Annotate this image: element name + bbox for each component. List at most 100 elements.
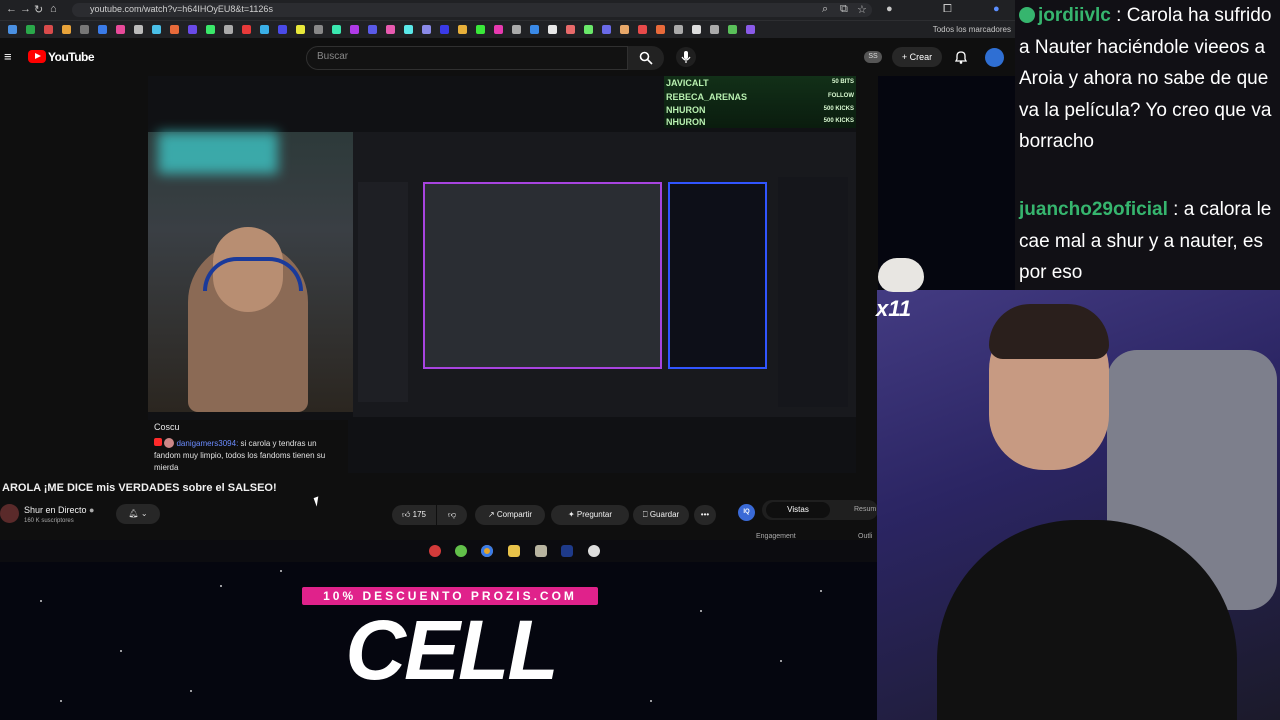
bookmark-icon[interactable] xyxy=(44,25,53,34)
bookmark-icon[interactable] xyxy=(692,25,701,34)
bookmark-icon[interactable] xyxy=(476,25,485,34)
bookmark-icon[interactable] xyxy=(206,25,215,34)
bookmark-icon[interactable] xyxy=(80,25,89,34)
bookmark-icon[interactable] xyxy=(278,25,287,34)
tab-resumen[interactable]: Resum xyxy=(854,502,876,518)
bookmark-icon[interactable] xyxy=(566,25,575,34)
extension-icon[interactable]: ● xyxy=(886,3,893,15)
menu-icon[interactable]: ≡ xyxy=(4,49,12,64)
bookmark-icon[interactable] xyxy=(440,25,449,34)
bookmark-icon[interactable] xyxy=(134,25,143,34)
more-actions-button[interactable]: ••• xyxy=(694,505,716,525)
youtube-logo-text[interactable]: YouTube xyxy=(48,50,95,64)
forward-icon[interactable]: → xyxy=(20,3,31,15)
bookmark-icon[interactable] xyxy=(170,25,179,34)
bookmark-icon[interactable] xyxy=(620,25,629,34)
extension-chip[interactable]: SS xyxy=(864,51,882,63)
share-page-icon[interactable]: ⧉ xyxy=(840,3,848,16)
zoom-icon[interactable]: ⌕ xyxy=(822,3,828,16)
tab-vistas[interactable]: Vistas xyxy=(766,502,830,518)
thumbs-up-icon: 👍︎ xyxy=(402,510,411,519)
outline-label[interactable]: Outli xyxy=(858,533,872,540)
bookmark-icon[interactable] xyxy=(116,25,125,34)
bookmark-icon[interactable] xyxy=(638,25,647,34)
photoshop-icon[interactable] xyxy=(561,545,573,557)
bookmark-icon[interactable] xyxy=(296,25,305,34)
embedded-side-chat xyxy=(778,177,848,407)
bookmark-icon[interactable] xyxy=(26,25,35,34)
ask-button[interactable]: ✦ Preguntar xyxy=(551,505,629,525)
bookmark-icon[interactable] xyxy=(224,25,233,34)
bookmark-icon[interactable] xyxy=(62,25,71,34)
search-button[interactable] xyxy=(628,46,664,70)
bookmark-icon[interactable] xyxy=(368,25,377,34)
youtube-logo-icon[interactable] xyxy=(28,50,46,63)
bookmark-icon[interactable] xyxy=(656,25,665,34)
guest-channel-name: Coscu xyxy=(154,422,180,432)
create-button[interactable]: + Crear xyxy=(892,47,942,67)
star-bookmark-icon[interactable]: ☆ xyxy=(857,3,867,16)
bookmark-icon[interactable] xyxy=(350,25,359,34)
embedded-chat xyxy=(668,182,767,369)
bookmark-icon[interactable] xyxy=(494,25,503,34)
folder-icon[interactable] xyxy=(508,545,520,557)
video-player[interactable]: JAVICALT 50 BITS REBECA_ARENAS FOLLOW NH… xyxy=(148,76,856,473)
bookmark-icon[interactable] xyxy=(260,25,269,34)
iq-extension-icon[interactable]: IQ xyxy=(738,504,755,521)
app-icon[interactable] xyxy=(429,545,441,557)
channel-name[interactable]: Shur en Directo ● xyxy=(24,505,94,515)
bookmark-icon[interactable] xyxy=(98,25,107,34)
address-bar[interactable]: youtube.com/watch?v=h64IHOyEU8&t=1126s xyxy=(72,3,872,17)
back-icon[interactable]: ← xyxy=(6,3,17,15)
alert-name: NHURON xyxy=(666,105,706,115)
share-button[interactable]: ↗ Compartir xyxy=(475,505,545,525)
all-bookmarks-folder[interactable]: Todos los marcadores xyxy=(933,25,1011,34)
reload-icon[interactable]: ↻ xyxy=(34,3,43,16)
bookmark-icon[interactable] xyxy=(458,25,467,34)
bookmark-icon[interactable] xyxy=(152,25,161,34)
extensions-puzzle-icon[interactable]: ⧠ xyxy=(943,3,952,16)
bookmark-icon[interactable] xyxy=(746,25,755,34)
bookmark-icon[interactable] xyxy=(674,25,683,34)
alert-name: JAVICALT xyxy=(666,78,709,88)
bell-icon: 🔔︎ xyxy=(128,509,139,518)
chat-text: : Carola ha sufrido a Nauter haciéndole … xyxy=(1019,5,1272,152)
chat-username: danigamers3094: xyxy=(176,439,239,448)
search-input[interactable] xyxy=(317,51,617,62)
bookmark-icon[interactable] xyxy=(242,25,251,34)
account-avatar[interactable] xyxy=(985,48,1004,67)
bookmark-icon[interactable] xyxy=(602,25,611,34)
bookmark-icon[interactable] xyxy=(548,25,557,34)
bookmark-icon[interactable] xyxy=(422,25,431,34)
alert-row: JAVICALT 50 BITS xyxy=(666,78,854,90)
bookmark-icon[interactable] xyxy=(512,25,521,34)
bookmark-icon[interactable] xyxy=(584,25,593,34)
like-button[interactable]: 👍︎ 175 xyxy=(392,505,436,525)
bookmark-icon[interactable] xyxy=(530,25,539,34)
bookmark-icon[interactable] xyxy=(728,25,737,34)
alert-row: NHURON 500 KICKS xyxy=(666,105,854,117)
emote-count: x11 xyxy=(876,296,912,321)
bookmark-icon[interactable] xyxy=(710,25,719,34)
app-icon[interactable] xyxy=(455,545,467,557)
chrome-icon[interactable] xyxy=(481,545,493,557)
promo-headline: CELL xyxy=(345,603,558,697)
bookmark-icon[interactable] xyxy=(332,25,341,34)
dislike-button[interactable]: 👎︎ xyxy=(437,505,467,525)
profile-icon[interactable]: ● xyxy=(993,3,1000,15)
app-icon[interactable] xyxy=(535,545,547,557)
bookmark-icon[interactable] xyxy=(314,25,323,34)
app-icon[interactable] xyxy=(588,545,600,557)
bookmark-icon[interactable] xyxy=(386,25,395,34)
bookmark-icon[interactable] xyxy=(404,25,413,34)
channel-avatar[interactable] xyxy=(0,504,19,523)
notifications-bell-icon[interactable] xyxy=(953,49,969,65)
engagement-label[interactable]: Engagement xyxy=(756,533,796,540)
save-button[interactable]: ⎕ Guardar xyxy=(633,505,689,525)
subscription-bell-button[interactable]: 🔔︎ ⌄ xyxy=(116,504,160,524)
home-icon[interactable]: ⌂ xyxy=(50,3,57,15)
voice-search-button[interactable] xyxy=(676,47,696,67)
bookmark-icon[interactable] xyxy=(8,25,17,34)
video-title: AROLA ¡ME DICE mis VERDADES sobre el SAL… xyxy=(2,482,277,494)
bookmark-icon[interactable] xyxy=(188,25,197,34)
